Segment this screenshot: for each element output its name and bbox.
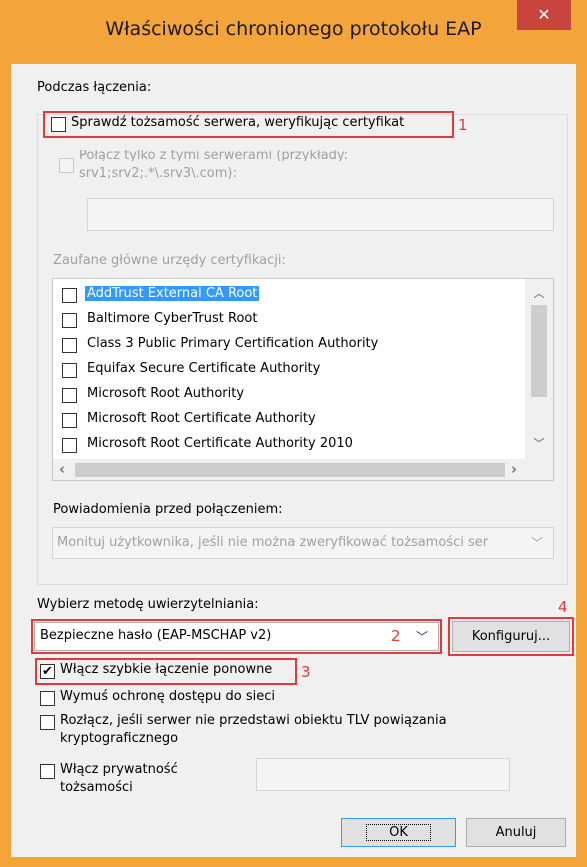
ca-list-item[interactable]: Microsoft Root Authority — [53, 383, 523, 408]
ok-label: OK — [366, 824, 431, 841]
checkmark-icon: ✔ — [42, 664, 53, 679]
chevron-down-icon: ﹀ — [416, 630, 429, 644]
chevron-down-icon: ﹀ — [531, 536, 544, 550]
trusted-ca-list[interactable]: AddTrust External CA Root Baltimore Cybe… — [52, 278, 554, 481]
section-connecting-label: Podczas łączenia: — [37, 80, 152, 95]
ca-list-item[interactable]: Microsoft Root Certificate Authority 201… — [53, 433, 523, 458]
marker-2: 2 — [391, 627, 401, 645]
horizontal-scrollbar[interactable]: ‹ › — [53, 459, 553, 480]
identity-privacy-checkbox[interactable] — [40, 764, 55, 779]
cancel-button[interactable]: Anuluj — [466, 818, 566, 847]
ca-checkbox[interactable] — [62, 388, 77, 403]
ca-list-item[interactable]: Microsoft Root Certificate Authority — [53, 408, 523, 433]
ca-item-label: Microsoft Root Certificate Authority 201… — [87, 436, 353, 451]
ca-item-label: Microsoft Root Authority — [87, 386, 245, 401]
marker-3: 3 — [301, 663, 311, 681]
scroll-h-thumb[interactable] — [75, 463, 505, 477]
configure-button[interactable]: Konfiguruj... — [452, 621, 570, 652]
ok-button[interactable]: OK — [341, 818, 456, 847]
ca-checkbox[interactable] — [62, 413, 77, 428]
tlv-checkbox[interactable] — [40, 715, 55, 730]
ca-item-label: AddTrust External CA Root — [85, 286, 260, 301]
nap-label[interactable]: Wymuś ochronę dostępu do sieci — [60, 689, 275, 704]
scroll-down-icon[interactable]: ﹀ — [525, 435, 553, 453]
connect-servers-label-line2: srv1;srv2;.*\.srv3\.com): — [79, 166, 237, 181]
close-icon: ✕ — [537, 5, 551, 24]
ca-list-item[interactable]: Class 3 Public Primary Certification Aut… — [53, 333, 523, 358]
auth-method-label: Wybierz metodę uwierzytelniania: — [37, 597, 259, 612]
scroll-up-icon[interactable]: ︿ — [525, 285, 553, 303]
close-button[interactable]: ✕ — [517, 0, 571, 30]
connect-servers-label-line1: Połącz tylko z tymi serwerami (przykłady… — [79, 150, 349, 161]
tlv-label-line1[interactable]: Rozłącz, jeśli serwer nie przedstawi obi… — [60, 713, 447, 728]
ca-list-item[interactable]: Equifax Secure Certificate Authority — [53, 358, 523, 383]
identity-privacy-label-line2[interactable]: tożsamości — [60, 780, 133, 795]
identity-privacy-input[interactable] — [256, 758, 510, 791]
ca-list-item[interactable]: AddTrust External CA Root — [53, 283, 523, 308]
vertical-scrollbar[interactable]: ︿ ﹀ — [525, 279, 553, 459]
verify-server-checkbox[interactable] — [51, 117, 66, 132]
auth-method-value: Bezpieczne hasło (EAP-MSCHAP v2) — [40, 628, 272, 643]
ca-checkbox[interactable] — [62, 363, 77, 378]
fast-reconnect-label[interactable]: Włącz szybkie łączenie ponowne — [60, 662, 272, 677]
verify-server-label[interactable]: Sprawdź tożsamość serwera, weryfikując c… — [71, 115, 404, 130]
marker-4: 4 — [558, 598, 568, 616]
identity-privacy-label-line1[interactable]: Włącz prywatność — [60, 762, 178, 777]
notifications-value: Monituj użytkownika, jeśli nie można zwe… — [57, 535, 489, 550]
trusted-ca-label: Zaufane główne urzędy certyfikacji: — [53, 253, 286, 268]
fast-reconnect-checkbox[interactable]: ✔ — [40, 664, 55, 679]
ca-item-label: Class 3 Public Primary Certification Aut… — [87, 336, 379, 351]
connect-servers-checkbox[interactable] — [59, 158, 74, 173]
tlv-label-line2[interactable]: kryptograficznego — [60, 731, 178, 746]
scroll-thumb[interactable] — [531, 305, 547, 397]
ca-checkbox[interactable] — [62, 313, 77, 328]
auth-method-dropdown[interactable]: Bezpieczne hasło (EAP-MSCHAP v2) 2 ﹀ — [34, 622, 439, 651]
marker-1: 1 — [458, 116, 468, 134]
ca-list-item[interactable]: Baltimore CyberTrust Root — [53, 308, 523, 333]
window-title: Właściwości chronionego protokołu EAP — [105, 18, 482, 40]
servers-input[interactable] — [87, 198, 554, 231]
ca-checkbox[interactable] — [62, 288, 77, 303]
scroll-left-icon[interactable]: ‹ — [59, 460, 65, 478]
ca-item-label: Microsoft Root Certificate Authority — [87, 411, 316, 426]
notifications-label: Powiadomienia przed połączeniem: — [53, 502, 283, 517]
ca-checkbox[interactable] — [62, 338, 77, 353]
ca-checkbox[interactable] — [62, 438, 77, 453]
ca-item-label: Baltimore CyberTrust Root — [87, 311, 258, 326]
nap-checkbox[interactable] — [40, 691, 55, 706]
notifications-dropdown[interactable]: Monituj użytkownika, jeśli nie można zwe… — [52, 527, 554, 559]
scroll-right-icon[interactable]: › — [511, 460, 517, 478]
ca-item-label: Equifax Secure Certificate Authority — [87, 361, 321, 376]
